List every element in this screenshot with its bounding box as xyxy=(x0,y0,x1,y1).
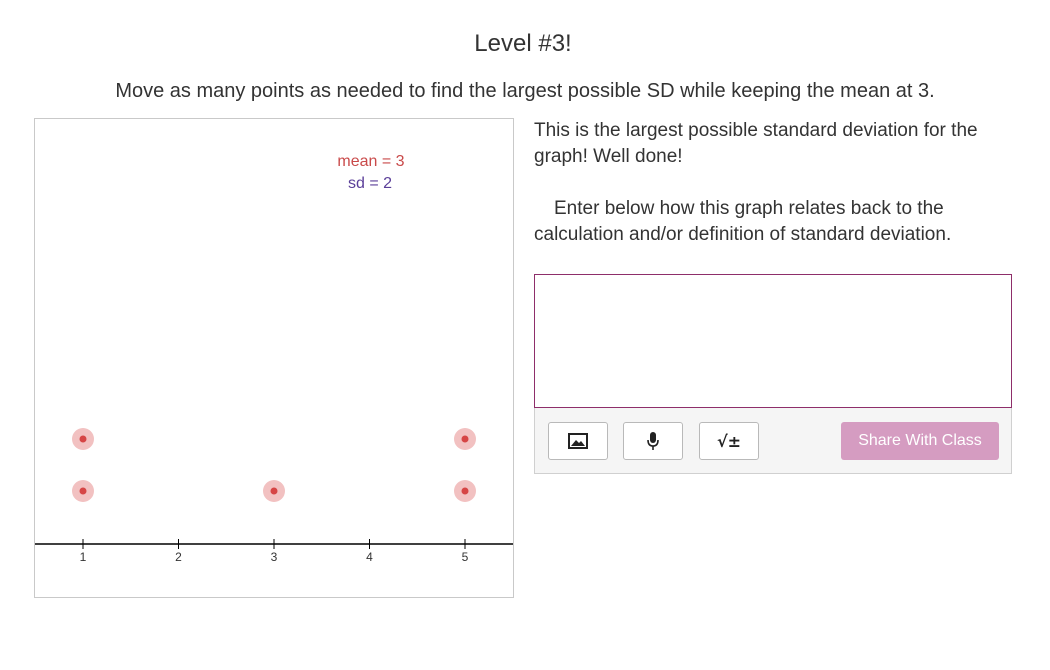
dot-plot-graph[interactable]: mean = 3 sd = 2 1 2 3 4 5 xyxy=(34,118,514,598)
axis-tick-label: 5 xyxy=(462,550,469,564)
data-point[interactable] xyxy=(72,480,94,502)
answer-textarea[interactable] xyxy=(534,274,1012,408)
data-point-dot xyxy=(270,487,278,495)
dot-plot-svg[interactable]: mean = 3 sd = 2 1 2 3 4 5 xyxy=(35,119,513,597)
image-icon xyxy=(568,433,588,449)
axis-tick-label: 3 xyxy=(271,550,278,564)
data-point[interactable] xyxy=(454,428,476,450)
axis-tick-label: 1 xyxy=(80,550,87,564)
math-input-button[interactable]: √± xyxy=(699,422,759,460)
data-point[interactable] xyxy=(72,428,94,450)
data-point[interactable] xyxy=(454,480,476,502)
axis-tick-label: 4 xyxy=(366,550,373,564)
data-point-dot xyxy=(79,487,87,495)
insert-image-button[interactable] xyxy=(548,422,608,460)
answer-toolbar: √± Share With Class xyxy=(534,408,1012,474)
data-point-dot xyxy=(461,435,469,443)
feedback-message: This is the largest possible standard de… xyxy=(534,120,978,167)
share-with-class-button[interactable]: Share With Class xyxy=(841,422,999,460)
sd-label: sd = 2 xyxy=(348,175,392,192)
mean-label: mean = 3 xyxy=(337,153,404,170)
microphone-icon xyxy=(647,432,659,450)
axis-tick-label: 2 xyxy=(175,550,182,564)
math-icon: √± xyxy=(716,431,742,451)
record-audio-button[interactable] xyxy=(623,422,683,460)
data-point-dot xyxy=(79,435,87,443)
task-prompt: Move as many points as needed to find th… xyxy=(115,80,935,102)
response-instructions: Enter below how this graph relates back … xyxy=(534,198,952,245)
data-point-dot xyxy=(461,487,469,495)
page-title: Level #3! xyxy=(474,30,572,57)
data-point[interactable] xyxy=(263,480,285,502)
